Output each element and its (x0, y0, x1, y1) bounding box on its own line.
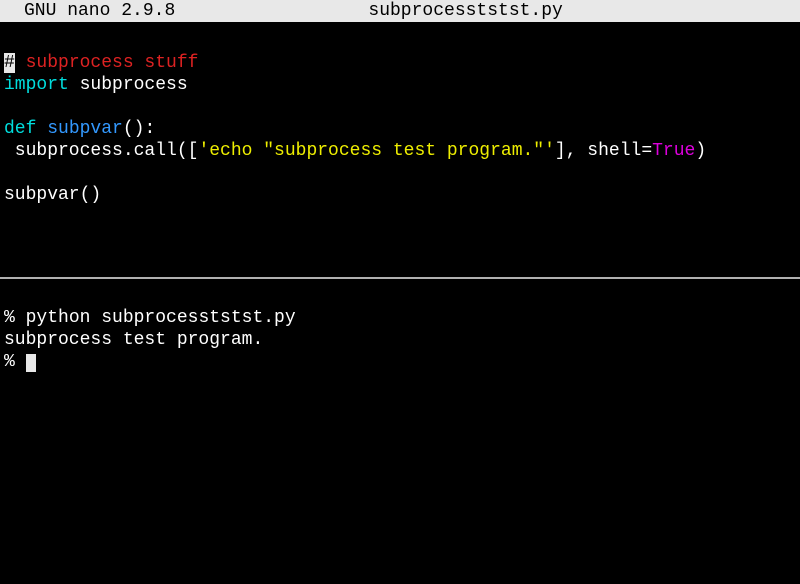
shell-prompt-2: % (4, 352, 26, 372)
nano-filename: subprocesststst.py (135, 0, 796, 22)
terminal-pane[interactable]: % python subprocesststst.py subprocess t… (0, 279, 800, 569)
nano-titlebar: GNU nano 2.9.8 subprocesststst.py (0, 0, 800, 22)
keyword-def: def (4, 119, 47, 139)
shell-prompt: % (4, 308, 26, 328)
function-call: subpvar() (4, 185, 101, 205)
nano-app-name: GNU nano (24, 1, 110, 21)
paren-colon: (): (123, 119, 155, 139)
function-name: subpvar (47, 119, 123, 139)
comment-text: subprocess stuff (15, 53, 199, 73)
string-literal: 'echo "subprocess test program."' (198, 141, 554, 161)
keyword-import: import (4, 75, 69, 95)
call-prefix: subprocess.call([ (4, 141, 198, 161)
bool-true: True (652, 141, 695, 161)
module-name: subprocess (69, 75, 188, 95)
cursor-icon (26, 354, 36, 372)
comment-hash: # (4, 53, 15, 73)
shell-output: subprocess test program. (4, 330, 263, 350)
editor-pane[interactable]: # subprocess stuff import subprocess def… (0, 22, 800, 277)
call-end: ) (695, 141, 706, 161)
call-mid: ], shell= (555, 141, 652, 161)
shell-command: python subprocesststst.py (26, 308, 296, 328)
